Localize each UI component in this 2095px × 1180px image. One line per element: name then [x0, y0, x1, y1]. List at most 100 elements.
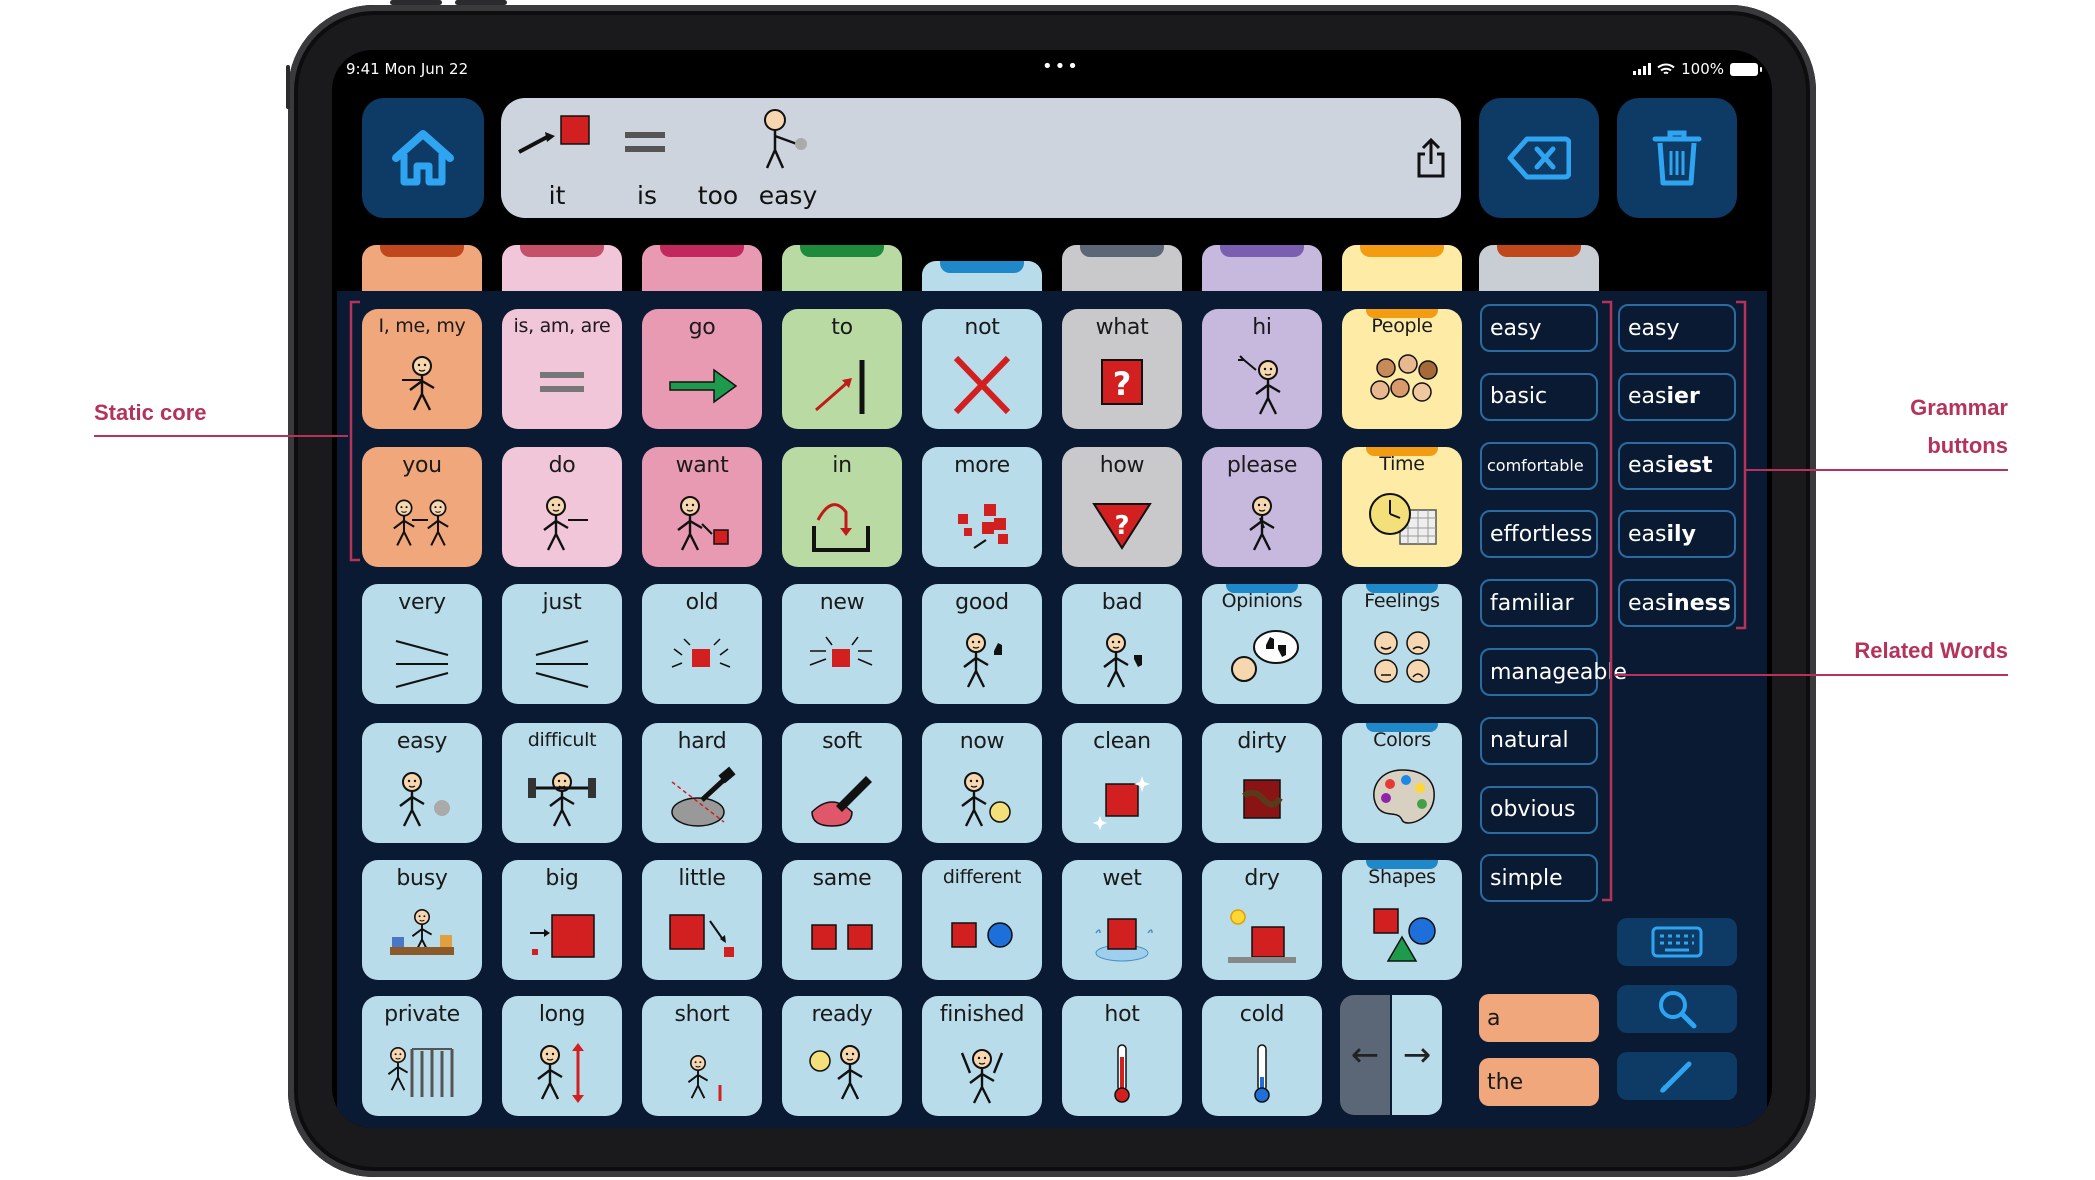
- share-icon[interactable]: [1415, 136, 1447, 180]
- cell-label: you: [402, 453, 442, 478]
- page-back-button[interactable]: ←: [1340, 995, 1390, 1115]
- word-busy-cell[interactable]: busy: [362, 860, 482, 980]
- word-more-cell[interactable]: more: [922, 447, 1042, 567]
- cell-label: hi: [1252, 315, 1272, 340]
- cell-label: Colors: [1373, 729, 1431, 751]
- folder-shapes-button[interactable]: Shapes: [1342, 860, 1462, 980]
- word-what-cell[interactable]: what?: [1062, 309, 1182, 429]
- related-word-basic-button[interactable]: basic: [1480, 372, 1598, 421]
- equals-icon: [502, 337, 622, 429]
- related-word-simple-button[interactable]: simple: [1480, 854, 1598, 903]
- word-very-cell[interactable]: very: [362, 584, 482, 704]
- word-dry-cell[interactable]: dry: [1202, 860, 1322, 980]
- word-easy-cell[interactable]: easy: [362, 723, 482, 843]
- word-different-cell[interactable]: different: [922, 860, 1042, 980]
- clear-trash-button[interactable]: [1617, 98, 1737, 218]
- page-forward-button[interactable]: →: [1392, 995, 1442, 1115]
- related-word-familiar-button[interactable]: familiar: [1480, 579, 1598, 628]
- word-little-cell[interactable]: little: [642, 860, 762, 980]
- cell-label: Feelings: [1364, 590, 1440, 612]
- folder-opinions-button[interactable]: Opinions: [1202, 584, 1322, 704]
- folder-people-button[interactable]: People: [1342, 309, 1462, 429]
- word-go-cell[interactable]: go: [642, 309, 762, 429]
- grammar-suffix: iest: [1666, 453, 1713, 479]
- article-the-button[interactable]: the: [1479, 1058, 1599, 1106]
- word-not-cell[interactable]: not: [922, 309, 1042, 429]
- home-button[interactable]: [362, 98, 484, 218]
- word-old-cell[interactable]: old: [642, 584, 762, 704]
- message-word-is: is: [637, 181, 657, 210]
- cell-label: how: [1099, 453, 1145, 478]
- grammar-suffix: iness: [1666, 590, 1731, 616]
- related-word-obvious-button[interactable]: obvious: [1480, 785, 1598, 834]
- word-big-cell[interactable]: big: [502, 860, 622, 980]
- backspace-button[interactable]: [1479, 98, 1599, 218]
- grammar-form-1-button[interactable]: eas y: [1618, 304, 1736, 352]
- word-ready-cell[interactable]: ready: [782, 996, 902, 1116]
- word-i-me-my-cell[interactable]: I, me, my: [362, 309, 482, 429]
- word-please-cell[interactable]: please: [1202, 447, 1322, 567]
- grammar-form-2-button[interactable]: eas ier: [1618, 372, 1736, 421]
- word-good-cell[interactable]: good: [922, 584, 1042, 704]
- search-button[interactable]: [1617, 985, 1737, 1033]
- word-private-cell[interactable]: private: [362, 996, 482, 1116]
- status-bar: 9:41 Mon Jun 22 ••• 100%: [346, 54, 1762, 84]
- cell-label: to: [831, 315, 853, 340]
- word-hi-cell[interactable]: hi: [1202, 309, 1322, 429]
- annotation-line-static-core: [94, 435, 348, 437]
- grammar-form-5-button[interactable]: eas iness: [1618, 579, 1736, 628]
- word-bad-cell[interactable]: bad: [1062, 584, 1182, 704]
- folder-time-button[interactable]: Time: [1342, 447, 1462, 567]
- related-word-effortless-button[interactable]: effortless: [1480, 510, 1598, 559]
- arrow-into-box-icon: [782, 478, 902, 567]
- word-finished-cell[interactable]: finished: [922, 996, 1042, 1116]
- word-how-cell[interactable]: how?: [1062, 447, 1182, 567]
- related-word-easy-button[interactable]: easy: [1480, 304, 1598, 352]
- edit-button[interactable]: [1617, 1052, 1737, 1100]
- word-long-cell[interactable]: long: [502, 996, 622, 1116]
- word-hard-cell[interactable]: hard: [642, 723, 762, 843]
- cell-label: dirty: [1237, 729, 1287, 754]
- word-now-cell[interactable]: now: [922, 723, 1042, 843]
- word-do-cell[interactable]: do: [502, 447, 622, 567]
- related-word-comfortable-button[interactable]: comfortable: [1480, 441, 1598, 490]
- home-icon: [392, 130, 454, 186]
- busy-desk-icon: [362, 891, 482, 980]
- word-wet-cell[interactable]: wet: [1062, 860, 1182, 980]
- category-tab-stripe: [1220, 245, 1304, 257]
- word-just-cell[interactable]: just: [502, 584, 622, 704]
- related-word-natural-button[interactable]: natural: [1480, 716, 1598, 765]
- multitask-dots-icon[interactable]: •••: [1042, 56, 1080, 77]
- word-hot-cell[interactable]: hot: [1062, 996, 1182, 1116]
- person-easy-icon: [362, 754, 482, 843]
- word-soft-cell[interactable]: soft: [782, 723, 902, 843]
- message-word-too: too: [697, 181, 739, 210]
- keyboard-button[interactable]: [1617, 918, 1737, 966]
- word-is-am-are-cell[interactable]: is, am, are: [502, 309, 622, 429]
- more-cubes-icon: [922, 478, 1042, 567]
- long-arrow-icon: [502, 1027, 622, 1116]
- word-you-cell[interactable]: you: [362, 447, 482, 567]
- word-new-cell[interactable]: new: [782, 584, 902, 704]
- word-dirty-cell[interactable]: dirty: [1202, 723, 1322, 843]
- word-want-cell[interactable]: want: [642, 447, 762, 567]
- folder-feelings-button[interactable]: Feelings: [1342, 584, 1462, 704]
- folder-tab-stripe: [1366, 723, 1438, 732]
- grammar-suffix: y: [1666, 315, 1680, 341]
- word-clean-cell[interactable]: clean: [1062, 723, 1182, 843]
- word-to-cell[interactable]: to: [782, 309, 902, 429]
- word-same-cell[interactable]: same: [782, 860, 902, 980]
- grammar-form-4-button[interactable]: eas ily: [1618, 510, 1736, 559]
- category-tab-stripe: [660, 245, 744, 257]
- message-bar[interactable]: it is too easy: [501, 98, 1461, 218]
- word-difficult-cell[interactable]: difficult: [502, 723, 622, 843]
- grammar-form-3-button[interactable]: eas iest: [1618, 441, 1736, 490]
- word-short-cell[interactable]: short: [642, 996, 762, 1116]
- word-in-cell[interactable]: in: [782, 447, 902, 567]
- article-a-button[interactable]: a: [1479, 994, 1599, 1042]
- word-cold-cell[interactable]: cold: [1202, 996, 1322, 1116]
- very-lines-icon: [362, 615, 482, 704]
- related-word-manageable-button[interactable]: manageable: [1480, 648, 1627, 696]
- folder-tab-stripe: [1366, 584, 1438, 593]
- folder-colors-button[interactable]: Colors: [1342, 723, 1462, 843]
